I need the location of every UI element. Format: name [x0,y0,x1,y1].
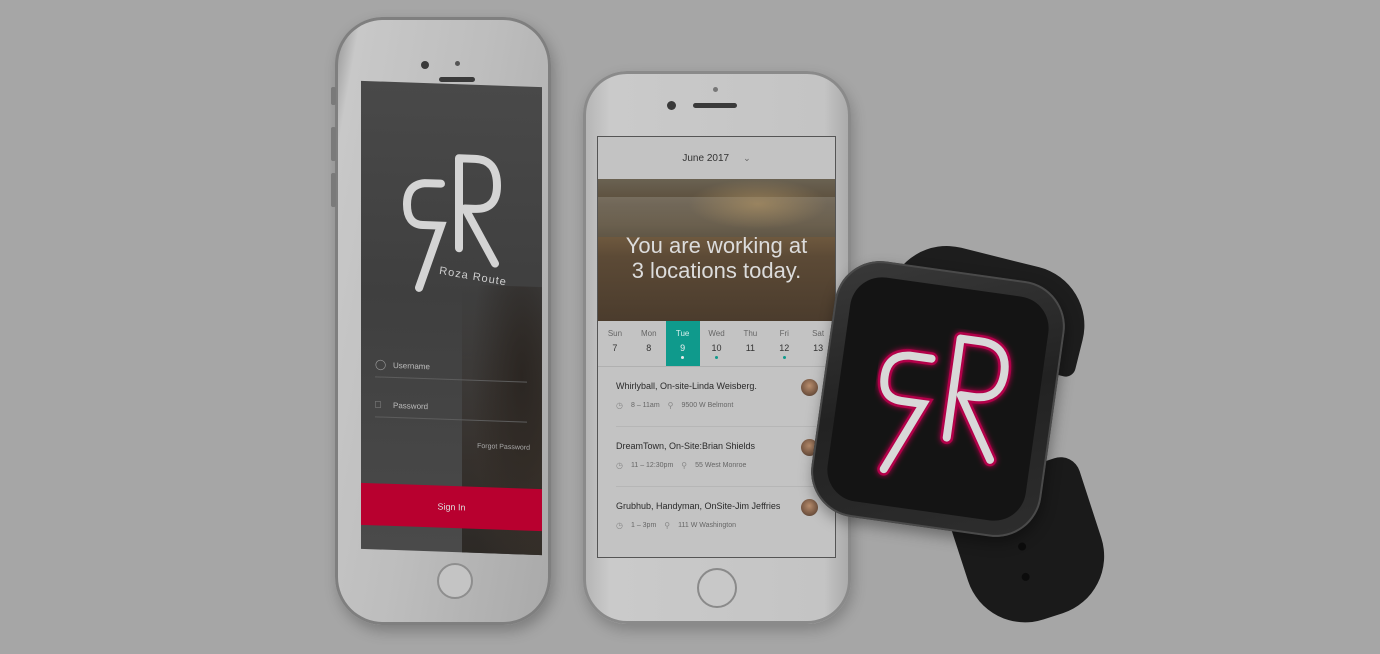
front-camera [421,61,429,69]
location-pin-icon: ⚲ [667,401,674,410]
hero-message: You are working at 3 locations today. [598,233,835,283]
hero-line-1: You are working at [625,233,808,258]
day-name: Mon [641,329,657,338]
event-time: 1 – 3pm [630,522,657,529]
day-mon[interactable]: Mon 8 [632,321,666,366]
hero-line-2: 3 locations today. [631,258,802,283]
sunset-glow [688,179,828,229]
day-number: 8 [646,343,652,353]
day-sun[interactable]: Sun 7 [598,321,632,366]
location-pin-icon: ⚲ [681,461,688,470]
lock-icon: □ [375,398,382,411]
band-hole [1020,571,1031,582]
day-number: 9 [680,343,686,353]
home-button [437,563,473,599]
earpiece-speaker [693,103,737,108]
event-meta: ◷ 11 – 12:30pm ⚲ 55 West Monroe [616,461,746,470]
month-selector[interactable]: June 2017 ⌄ [598,137,835,179]
earpiece-speaker [439,77,475,82]
roza-route-logo [877,332,1012,476]
home-button [697,568,737,608]
volume-up-button [331,127,336,161]
day-fri[interactable]: Fri 12 [767,321,801,366]
event-location: 9500 W Belmont [681,402,734,409]
watch-mockup [805,255,1071,543]
day-name: Sun [607,329,623,338]
password-placeholder: Password [393,400,429,412]
front-camera [667,101,676,110]
event-location: 55 West Monroe [695,462,747,469]
event-title: Grubhub, Handyman, OnSite-Jim Jeffries [616,501,781,511]
username-field[interactable]: ◯ Username [375,353,527,383]
avatar [801,499,818,516]
event-title: Whirlyball, On-site-Linda Weisberg. [616,381,757,391]
volume-down-button [331,173,336,207]
day-name: Wed [708,329,725,338]
schedule-screen: June 2017 ⌄ You are working at 3 locatio… [597,136,836,558]
username-placeholder: Username [393,360,430,372]
day-name: Tue [675,329,690,338]
day-tue-selected[interactable]: Tue 9 [665,321,700,366]
event-item[interactable]: Whirlyball, On-site-Linda Weisberg. ◷ 8 … [616,369,818,427]
event-title: DreamTown, On-Site:Brian Shields [616,441,756,451]
event-meta: ◷ 1 – 3pm ⚲ 111 W Washington [616,521,736,530]
mute-switch [331,87,336,105]
event-location: 111 W Washington [678,522,736,529]
event-time: 11 – 12:30pm [630,462,674,469]
day-number: 13 [813,343,824,353]
day-name: Sat [812,329,825,338]
clock-icon: ◷ [616,461,623,470]
day-name: Thu [743,329,758,338]
day-wed[interactable]: Wed 10 [700,321,734,366]
proximity-sensor [455,61,460,66]
clock-icon: ◷ [616,521,623,530]
login-screen: Roza Route ◯ Username □ Password Forgot … [361,80,542,556]
event-item[interactable]: Grubhub, Handyman, OnSite-Jim Jeffries ◷… [616,489,818,547]
avatar [801,379,818,396]
event-item[interactable]: DreamTown, On-Site:Brian Shields ◷ 11 – … [616,429,818,487]
event-dot [681,356,685,359]
event-time: 8 – 11am [630,402,660,409]
phone-schedule-mockup: June 2017 ⌄ You are working at 3 locatio… [583,71,851,624]
watch-screen [823,273,1053,525]
day-number: 7 [612,343,618,353]
password-field[interactable]: □ Password [375,393,527,423]
event-meta: ◷ 8 – 11am ⚲ 9500 W Belmont [616,401,733,410]
user-icon: ◯ [375,358,387,371]
beach-hero-banner: You are working at 3 locations today. [598,179,835,321]
day-number: 12 [779,343,790,353]
phone-login-mockup: Roza Route ◯ Username □ Password Forgot … [331,17,551,625]
band-hole [1017,541,1028,552]
location-pin-icon: ⚲ [664,521,671,530]
day-number: 11 [745,343,756,353]
day-name: Fri [779,329,789,338]
event-dot [715,356,718,359]
proximity-sensor [713,87,718,92]
day-thu[interactable]: Thu 11 [733,321,767,366]
month-label: June 2017 [682,152,730,164]
event-dot [782,356,786,359]
day-number: 10 [711,343,722,353]
clock-icon: ◷ [616,401,623,410]
chevron-down-icon: ⌄ [743,152,751,163]
week-day-selector: Sun 7 Mon 8 Tue 9 Wed 10 Thu 11 Fri 12 S… [598,321,835,367]
sign-in-button[interactable]: Sign In [361,482,542,532]
